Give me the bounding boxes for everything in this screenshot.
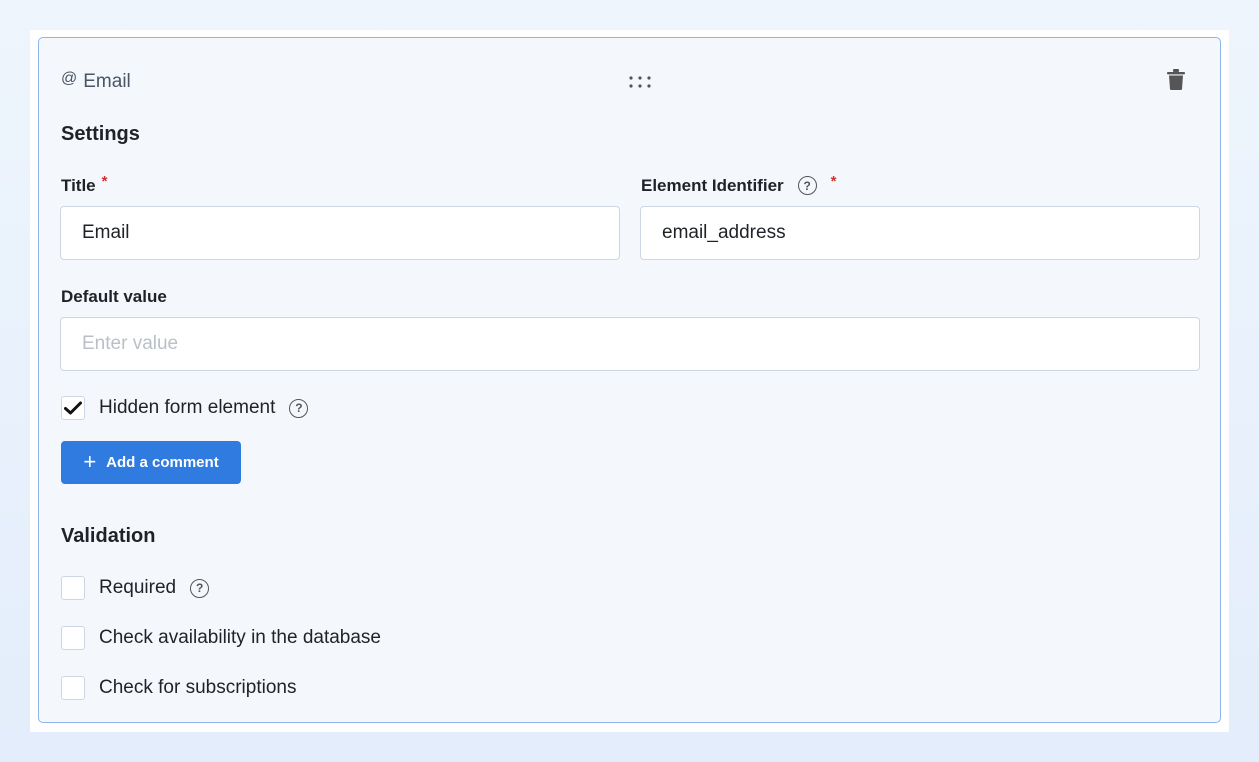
identifier-label-text: Element Identifier [641,176,784,195]
availability-checkbox[interactable] [61,626,85,650]
required-help-icon[interactable]: ? [190,578,210,598]
add-comment-button[interactable]: + Add a comment [61,441,241,484]
checkmark-icon [64,401,82,415]
identifier-help-icon[interactable]: ? [797,176,817,195]
availability-label: Check availability in the database [99,627,382,648]
default-value-label: Default value [61,287,167,307]
validation-section-title: Validation [61,525,156,547]
settings-section-title: Settings [61,123,140,145]
required-checkbox[interactable] [61,576,85,600]
at-icon: @ [61,70,78,87]
identifier-input[interactable] [640,206,1200,260]
add-comment-label: Add a comment [106,454,219,471]
page-background: @ Email Settings Title * Element Identif… [30,30,1229,732]
title-label-text: Title [61,176,96,195]
element-type-header: @ Email [61,70,131,93]
subscriptions-label: Check for subscriptions [99,677,297,698]
hidden-element-label: Hidden form element [99,397,276,418]
trash-icon[interactable] [1167,69,1185,90]
title-input[interactable] [60,206,620,260]
hidden-element-checkbox[interactable] [61,396,85,420]
required-label: Required [99,577,177,598]
drag-handle-icon[interactable] [628,75,652,89]
validation-option-required: Required ? [61,576,210,600]
validation-option-availability: Check availability in the database [61,626,381,650]
default-value-label-text: Default value [61,287,167,306]
subscriptions-checkbox[interactable] [61,676,85,700]
identifier-label: Element Identifier ? * [641,173,837,196]
form-element-card: @ Email Settings Title * Element Identif… [38,37,1221,723]
default-value-input[interactable] [60,317,1200,371]
hidden-element-row: Hidden form element ? [61,396,309,420]
required-asterisk: * [101,173,108,190]
validation-option-subscriptions: Check for subscriptions [61,676,296,700]
required-asterisk: * [830,173,837,190]
title-label: Title * [61,173,108,196]
plus-icon: + [83,448,97,474]
element-type-label: Email [83,71,131,92]
hidden-help-icon[interactable]: ? [289,398,309,418]
